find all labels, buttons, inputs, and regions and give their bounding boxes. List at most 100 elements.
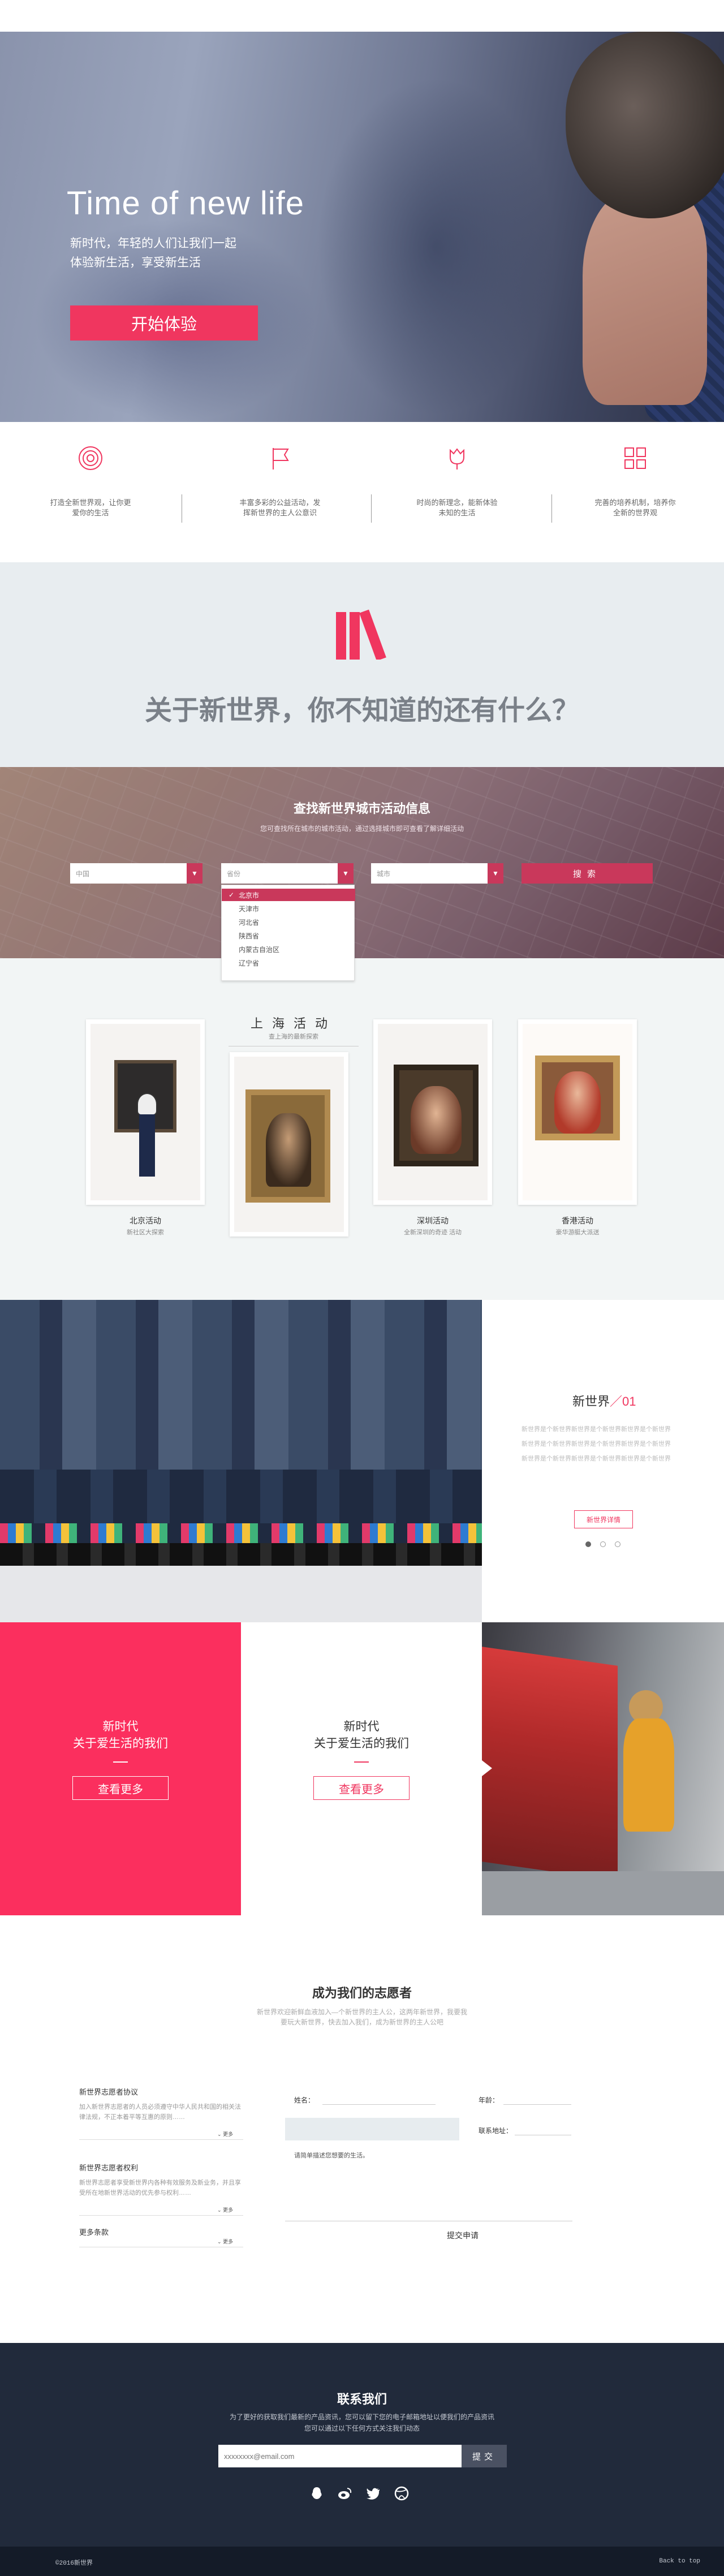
province-option[interactable]: ✓ 北京市 (222, 889, 355, 901)
chevron-down-icon: ⌄ (217, 2131, 222, 2137)
search-subtitle: 您可查找所在城市的城市活动，通过选择城市即可查看了解详细活动 (260, 825, 464, 833)
phone-field[interactable] (285, 2118, 459, 2140)
shoes (0, 1543, 482, 1566)
page: Time of new life 新时代，年轻的人们让我们一起 体验新生活，享受… (0, 0, 724, 2576)
card-title: 香港活动 (562, 1216, 593, 1225)
activity-card-beijing[interactable] (86, 1019, 205, 1205)
title-prefix: 新世界 (572, 1394, 610, 1408)
province-select-value: 省份 (227, 869, 241, 878)
agreement-text: 加入新世界志愿者的人员必须遵守中华人民共和国的相关法律法规，不正本着平等互惠的原… (79, 2104, 241, 2121)
activity-card-hongkong[interactable] (518, 1019, 637, 1205)
card-title: 北京活动 (130, 1216, 161, 1225)
more-terms-title[interactable]: 更多条款 (79, 2226, 109, 2237)
twitter-icon[interactable] (365, 2485, 381, 2501)
back-to-top-link[interactable]: Back to top (659, 2558, 700, 2565)
rights-title[interactable]: 新世界志愿者权利 (79, 2162, 138, 2173)
contact-title: 联系我们 (337, 2392, 387, 2406)
play-arrow-icon[interactable] (482, 1760, 492, 1776)
card-subtitle: 豪华游艇大派送 (555, 1229, 600, 1236)
more-link[interactable]: ⌄ 更多 (217, 2238, 233, 2245)
grid-icon (624, 447, 646, 469)
pavement (0, 1566, 482, 1622)
volunteer-subtitle-line1: 新世界欢迎新鲜血液加入—个新世界的主人公，这两年新世界，我要我 (256, 2008, 467, 2016)
train-photo (482, 1622, 724, 1915)
cta-white-panel: 新时代 关于爱生活的我们 查看更多 (241, 1622, 482, 1915)
feature-item: 打造全新世界观，让你更 爱你的生活 (0, 422, 181, 562)
address-label: 联系地址： (479, 2127, 513, 2135)
new-world-text: 新世界是个新世界新世界是个新世界新世界是个新世界 (522, 1426, 671, 1433)
hero-title: Time of new life (67, 185, 304, 222)
new-world-title: 新世界／01 (572, 1392, 636, 1410)
cta-line2: 关于爱生活的我们 (314, 1737, 409, 1750)
message-textarea[interactable]: 请简单描述您想要的生活。 (294, 2151, 369, 2160)
province-option[interactable]: 天津市 (222, 902, 355, 915)
view-more-button[interactable]: 查看更多 (72, 1776, 169, 1800)
new-world-text: 新世界是个新世界新世界是个新世界新世界是个新世界 (522, 1455, 671, 1462)
gallery-photo (378, 1024, 488, 1200)
gallery-photo (90, 1024, 200, 1200)
question-section: 关于新世界，你不知道的还有什么？ (0, 562, 724, 767)
colorful-socks (0, 1523, 482, 1546)
slide-number: ／01 (610, 1394, 636, 1408)
submit-application-button[interactable]: 提交申请 (447, 2230, 479, 2241)
dribbble-icon[interactable] (394, 2485, 410, 2501)
agreement-title[interactable]: 新世界志愿者协议 (79, 2086, 138, 2097)
visitor-jeans (139, 1114, 155, 1177)
search-button[interactable]: 搜索 (522, 863, 653, 884)
country-select[interactable]: 中国 ▼ (70, 863, 202, 884)
more-link[interactable]: ⌄ 更多 (217, 2130, 233, 2138)
name-field[interactable] (322, 2104, 436, 2105)
activity-card-shenzhen[interactable] (373, 1019, 492, 1205)
email-submit-button[interactable]: 提交 (462, 2445, 507, 2467)
option-label: 内蒙古自治区 (239, 945, 280, 954)
email-input[interactable] (218, 2445, 462, 2467)
chevron-down-icon: ▼ (187, 863, 202, 884)
province-option[interactable]: 河北省 (222, 916, 355, 928)
contact-section: 联系我们 为了更好的获取我们最新的产品资讯，您可以留下您的电子邮箱地址以便我们的… (0, 2343, 724, 2547)
hero-banner: Time of new life 新时代，年轻的人们让我们一起 体验新生活，享受… (0, 32, 724, 422)
suits (0, 1300, 482, 1470)
more-label: 更多 (223, 2131, 234, 2137)
hero-subtitle-line1: 新时代，年轻的人们让我们一起 (70, 237, 236, 250)
map-overlay (0, 767, 724, 958)
name-label: 姓名： (294, 2096, 315, 2104)
tulip-icon (450, 448, 464, 469)
option-label: 河北省 (239, 918, 260, 927)
cta-line1: 新时代 (102, 1720, 139, 1733)
hero-bg-man-head (566, 32, 724, 218)
carousel-dot[interactable] (600, 1541, 606, 1547)
option-label: 陕西省 (239, 932, 260, 940)
check-icon: ✓ (229, 891, 235, 899)
province-select[interactable]: 省份 ▼ (221, 863, 354, 884)
flag-icon (273, 448, 289, 469)
card-subtitle: 全新深圳的奇迹 活动 (403, 1229, 462, 1236)
portrait-figure (411, 1086, 462, 1154)
search-title: 查找新世界城市活动信息 (293, 802, 430, 816)
activity-card-shanghai[interactable] (230, 1052, 348, 1237)
view-more-button[interactable]: 查看更多 (313, 1776, 410, 1800)
new-world-details-button[interactable]: 新世界详情 (574, 1510, 633, 1528)
more-link[interactable]: ⌄ 更多 (217, 2206, 233, 2213)
activities-gallery: 北京活动 新社区大探索 上海活动 查上海的最新探索 深圳活动 全新深圳的奇迹 活… (0, 958, 724, 1300)
province-option[interactable]: 辽宁省 (222, 957, 355, 969)
city-search-section: 查找新世界城市活动信息 您可查找所在城市的城市活动，通过选择城市即可查看了解详细… (0, 767, 724, 958)
question-title: 关于新世界，你不知道的还有什么？ (144, 696, 579, 726)
start-experience-button[interactable]: 开始体验 (70, 305, 258, 341)
city-select[interactable]: 城市 ▼ (371, 863, 503, 884)
new-world-text: 新世界是个新世界新世界是个新世界新世界是个新世界 (522, 1441, 671, 1448)
carousel-dot-active[interactable] (585, 1541, 591, 1547)
chevron-down-icon: ⌄ (217, 2239, 222, 2245)
qq-icon[interactable] (309, 2485, 325, 2501)
province-option[interactable]: 陕西省 (222, 929, 355, 942)
socks-photo (0, 1300, 482, 1622)
more-label: 更多 (223, 2239, 234, 2245)
carousel-dot[interactable] (615, 1541, 620, 1547)
age-label: 年龄： (479, 2096, 499, 2104)
age-field[interactable] (503, 2104, 571, 2105)
feature-item: 丰富多彩的公益活动，发 挥新世界的主人公意识 (189, 422, 370, 562)
new-world-slide: 新世界／01 新世界是个新世界新世界是个新世界新世界是个新世界 新世界是个新世界… (482, 1300, 724, 1622)
province-option[interactable]: 内蒙古自治区 (222, 943, 355, 955)
weibo-icon[interactable] (337, 2485, 353, 2501)
contact-subtitle-line2: 您可以通过以下任何方式关注我们动态 (304, 2424, 420, 2432)
portrait-figure (266, 1113, 311, 1187)
